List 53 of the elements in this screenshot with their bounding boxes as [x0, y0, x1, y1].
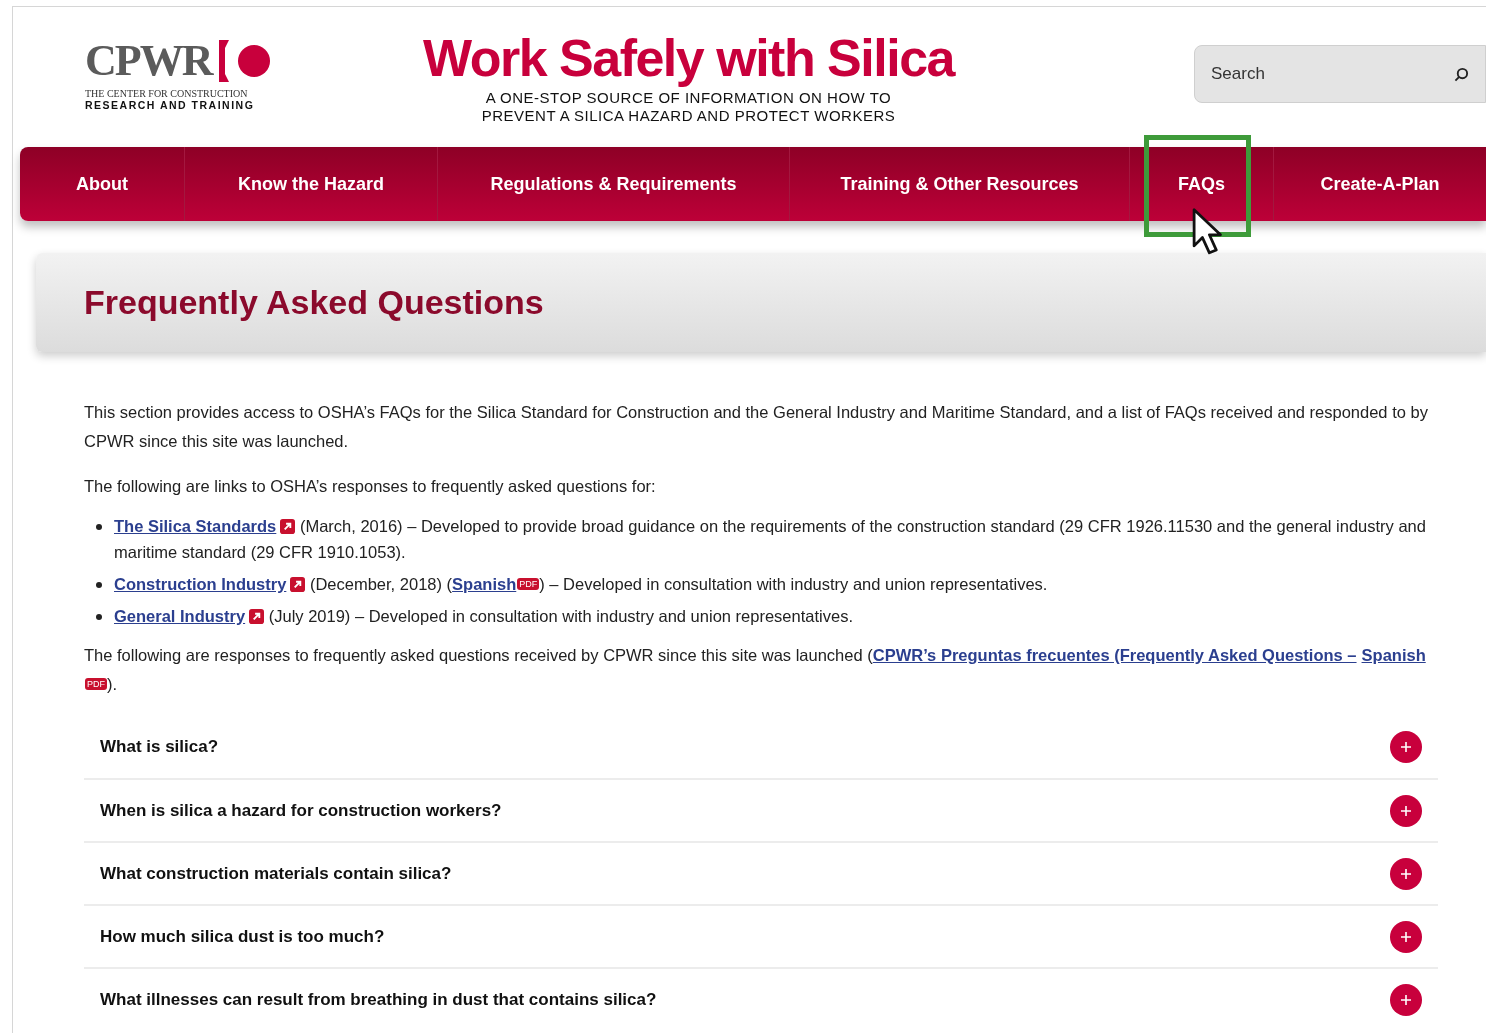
plus-icon [1400, 740, 1412, 753]
site-title: Work Safely with Silica [423, 28, 954, 89]
plus-icon [1400, 804, 1412, 817]
nav-link[interactable]: Regulations & Requirements [490, 170, 737, 198]
pdf-badge: PDF [517, 578, 540, 590]
nav-link[interactable]: About [76, 170, 128, 198]
nav-link[interactable]: FAQs [1178, 170, 1225, 198]
bullet-text: General Industry (July 2019) – Developed in consultation with industry and union representatives. [114, 606, 853, 627]
faq-question: What construction materials contain silica? [100, 863, 452, 885]
text-link[interactable]: Spanish [1361, 646, 1426, 664]
bullet-text: Construction Industry (December, 2018) (Spanish PDF) – Developed in consultation with industry and union representatives. [114, 574, 1048, 595]
logo-tagline: THE CENTER FOR CONSTRUCTION [85, 88, 249, 99]
external-link-icon [280, 519, 296, 534]
nav-link[interactable]: Training & Other Resources [840, 170, 1079, 198]
site-tagline: PREVENT A SILICA HAZARD AND PROTECT WORKERS [481, 107, 896, 125]
nav-link[interactable]: Know the Hazard [238, 170, 384, 198]
faq-row[interactable]: What illnesses can result from breathing in dust that contains silica? [84, 967, 1438, 1030]
responses-paragraph: The following are responses to frequently asked questions received by CPWR since this site was launched (CPWR’s Preguntas frecuentes (Frequently Asked Questions – Spanish PDF). [84, 645, 1427, 695]
plus-icon [1400, 930, 1412, 943]
pdf-badge: PDF [85, 678, 107, 690]
faq-question: When is silica a hazard for construction workers? [100, 800, 502, 822]
search-input[interactable]: Search [1211, 61, 1454, 87]
faq-row[interactable]: What is silica? [84, 715, 1438, 778]
text-link[interactable]: Construction Industry [114, 575, 287, 593]
page-heading: Frequently Asked Questions [84, 282, 544, 323]
search-icon [1454, 66, 1469, 82]
text-link[interactable]: The Silica Standards [114, 517, 277, 535]
expand-button[interactable] [1390, 730, 1422, 763]
text-link[interactable]: Spanish [452, 575, 517, 593]
external-link-icon [249, 609, 265, 624]
expand-button[interactable] [1390, 794, 1422, 827]
plus-icon [1400, 993, 1412, 1006]
faq-row[interactable]: How much silica dust is too much? [84, 904, 1438, 967]
expand-button[interactable] [1390, 920, 1422, 953]
search-field[interactable]: Search [1194, 45, 1486, 103]
logo-tagline: RESEARCH AND TRAINING [85, 99, 256, 111]
plus-icon [1400, 867, 1412, 880]
logo-mark-icon [219, 40, 272, 82]
intro-paragraph: This section provides access to OSHA’s FAQs for the Silica Standard for Construction and the General Industry and Maritime Standard, and a list of FAQs received and responded to by CPWR since this site was launched. [84, 402, 1429, 452]
expand-button[interactable] [1390, 983, 1422, 1016]
faq-question: What is silica? [100, 736, 219, 758]
logo-wordmark: CPWR [85, 39, 212, 83]
faq-question: What illnesses can result from breathing in dust that contains silica? [100, 989, 657, 1011]
bullet-text: The Silica Standards (March, 2016) – Developed to provide broad guidance on the requirements of the construction standard (29 CFR 1926.11530 and the general industry and maritime standard (29 CFR 1910.1053). [114, 516, 1427, 563]
external-link-icon [290, 577, 306, 592]
faq-row[interactable]: What construction materials contain silica? [84, 841, 1438, 904]
links-intro-paragraph: The following are links to OSHA’s responses to frequently asked questions for: [84, 476, 657, 497]
faq-row[interactable]: When is silica a hazard for construction workers? [84, 778, 1438, 841]
faq-question: How much silica dust is too much? [100, 926, 385, 948]
text-link[interactable]: General Industry [114, 607, 246, 625]
expand-button[interactable] [1390, 857, 1422, 890]
site-tagline: A ONE-STOP SOURCE OF INFORMATION ON HOW TO [485, 89, 892, 107]
nav-link[interactable]: Create-A-Plan [1320, 170, 1440, 198]
